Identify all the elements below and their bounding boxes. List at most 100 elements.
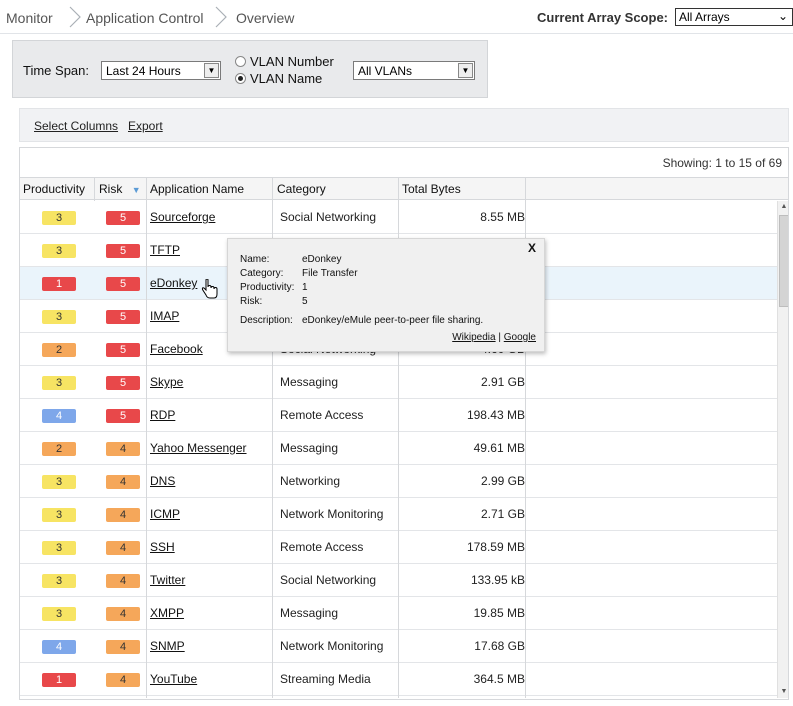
category-cell: Networking (280, 474, 341, 488)
application-info-popup: X Name: eDonkey Category: File Transfer … (227, 238, 545, 352)
breadcrumb-application-control[interactable]: Application Control (86, 10, 204, 26)
total-bytes-cell: 2.91 GB (480, 375, 525, 389)
category-cell: Messaging (280, 375, 339, 389)
total-bytes-cell: 49.61 MB (473, 441, 525, 455)
column-header-risk[interactable]: Risk ▼ (99, 182, 141, 196)
application-name-link[interactable]: IMAP (150, 309, 179, 323)
paging-status: Showing: 1 to 15 of 69 (662, 156, 782, 170)
column-header-productivity[interactable]: Productivity (23, 182, 85, 196)
popup-category-label: Category: (240, 268, 284, 279)
productivity-badge: 1 (42, 277, 76, 291)
vlan-number-label: VLAN Number (250, 54, 334, 69)
vlan-select[interactable]: All VLANs ▼ (353, 61, 475, 80)
risk-badge: 5 (106, 244, 140, 258)
wikipedia-link[interactable]: Wikipedia (452, 332, 495, 343)
productivity-badge: 3 (42, 508, 76, 522)
close-icon[interactable]: X (528, 241, 536, 255)
popup-risk-label: Risk: (240, 296, 263, 307)
popup-risk-value: 5 (302, 296, 308, 307)
scroll-down-arrow-icon[interactable]: ▼ (778, 686, 788, 698)
risk-badge: 5 (106, 343, 140, 357)
productivity-badge: 3 (42, 244, 76, 258)
popup-description-label: Description: (240, 315, 293, 326)
category-cell: Network Monitoring (280, 639, 384, 653)
risk-badge: 4 (106, 640, 140, 654)
productivity-badge: 3 (42, 211, 76, 225)
productivity-badge: 3 (42, 574, 76, 588)
total-bytes-cell: 178.59 MB (466, 540, 525, 554)
popup-category-value: File Transfer (302, 268, 358, 279)
vlan-name-radio[interactable]: VLAN Name (235, 71, 322, 86)
total-bytes-cell: 2.99 GB (480, 474, 525, 488)
application-name-link[interactable]: XMPP (150, 606, 184, 620)
scrollbar-thumb[interactable] (779, 215, 788, 307)
application-name-link[interactable]: eDonkey (150, 276, 197, 290)
popup-name-label: Name: (240, 254, 270, 265)
productivity-badge: 3 (42, 310, 76, 324)
chevron-right-icon (69, 6, 81, 28)
filter-panel: Time Span: Last 24 Hours ▼ VLAN Number V… (12, 40, 488, 98)
category-cell: Messaging (280, 606, 339, 620)
category-cell: Social Networking (280, 573, 377, 587)
scroll-up-arrow-icon[interactable]: ▲ (778, 201, 788, 213)
application-name-link[interactable]: Sourceforge (150, 210, 215, 224)
category-cell: Streaming Media (280, 672, 371, 686)
productivity-badge: 2 (42, 343, 76, 357)
breadcrumb-bar: Monitor Application Control Overview Cur… (0, 0, 793, 34)
category-cell: Remote Access (280, 408, 364, 422)
application-name-link[interactable]: Yahoo Messenger (150, 441, 247, 455)
popup-productivity-value: 1 (302, 282, 308, 293)
application-name-link[interactable]: Twitter (150, 573, 185, 587)
chevron-right-icon (215, 6, 227, 28)
application-name-link[interactable]: DNS (150, 474, 175, 488)
productivity-badge: 3 (42, 475, 76, 489)
popup-productivity-label: Productivity: (240, 282, 295, 293)
risk-badge: 5 (106, 376, 140, 390)
google-link[interactable]: Google (504, 332, 536, 343)
application-name-link[interactable]: TFTP (150, 243, 180, 257)
total-bytes-cell: 364.5 MB (473, 672, 525, 686)
productivity-badge: 1 (42, 673, 76, 687)
grid-scrollbar[interactable]: ▲ ▼ (777, 201, 788, 698)
application-name-link[interactable]: ICMP (150, 507, 180, 521)
popup-name-value: eDonkey (302, 254, 342, 265)
vlan-value: All VLANs (358, 64, 413, 78)
category-cell: Network Monitoring (280, 507, 384, 521)
total-bytes-cell: 2.71 GB (480, 507, 525, 521)
column-header-category[interactable]: Category (277, 182, 326, 196)
risk-badge: 4 (106, 673, 140, 687)
column-header-total-bytes[interactable]: Total Bytes (402, 182, 461, 196)
breadcrumb-monitor[interactable]: Monitor (6, 10, 53, 26)
vlan-number-radio[interactable]: VLAN Number (235, 54, 334, 69)
vlan-name-label: VLAN Name (250, 71, 323, 86)
productivity-badge: 2 (42, 442, 76, 456)
risk-badge: 4 (106, 574, 140, 588)
column-header-application-name[interactable]: Application Name (150, 182, 244, 196)
productivity-badge: 4 (42, 409, 76, 423)
risk-badge: 4 (106, 541, 140, 555)
sort-descending-icon: ▼ (131, 185, 141, 195)
dropdown-arrow-icon: ▼ (458, 63, 473, 78)
array-scope-select[interactable]: All Arrays ⌄ (675, 8, 793, 26)
risk-badge: 4 (106, 607, 140, 621)
application-name-link[interactable]: RDP (150, 408, 175, 422)
time-span-select[interactable]: Last 24 Hours ▼ (101, 61, 221, 80)
column-divider (94, 178, 95, 201)
application-grid: Showing: 1 to 15 of 69 Productivity Risk… (19, 147, 789, 700)
productivity-badge: 4 (42, 640, 76, 654)
risk-badge: 4 (106, 475, 140, 489)
column-divider (146, 201, 147, 698)
application-name-link[interactable]: SNMP (150, 639, 185, 653)
application-name-link[interactable]: Skype (150, 375, 183, 389)
column-divider (525, 178, 526, 201)
export-link[interactable]: Export (128, 119, 163, 133)
total-bytes-cell: 198.43 MB (466, 408, 525, 422)
risk-badge: 5 (106, 409, 140, 423)
time-span-label: Time Span: (23, 63, 89, 78)
application-name-link[interactable]: SSH (150, 540, 175, 554)
application-name-link[interactable]: YouTube (150, 672, 197, 686)
application-name-link[interactable]: Facebook (150, 342, 203, 356)
category-cell: Remote Access (280, 540, 364, 554)
select-columns-link[interactable]: Select Columns (34, 119, 118, 133)
popup-description-value: eDonkey/eMule peer-to-peer file sharing. (302, 315, 484, 326)
